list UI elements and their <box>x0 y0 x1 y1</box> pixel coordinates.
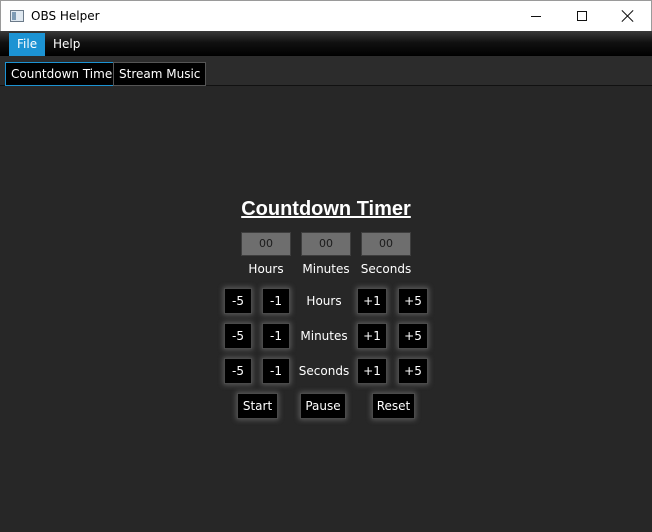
hours-minus-1-button[interactable]: -1 <box>262 288 290 314</box>
minutes-minus-5-button[interactable]: -5 <box>224 323 252 349</box>
minutes-row-label: Minutes <box>300 329 348 343</box>
minutes-display-field[interactable]: 00 <box>301 232 351 256</box>
menu-bar: File Help <box>0 31 652 56</box>
seconds-row-label: Seconds <box>298 364 350 378</box>
close-icon <box>622 10 634 22</box>
tab-strip: Countdown Timer Stream Music <box>0 56 652 86</box>
maximize-icon <box>577 11 587 21</box>
title-bar: OBS Helper <box>0 0 652 31</box>
hours-plus-5-button[interactable]: +5 <box>398 288 428 314</box>
tab-stream-music[interactable]: Stream Music <box>113 62 207 86</box>
pause-button[interactable]: Pause <box>300 393 346 419</box>
start-button[interactable]: Start <box>237 393 278 419</box>
minimize-icon <box>531 15 541 17</box>
maximize-button[interactable] <box>559 1 605 31</box>
tab-countdown-timer[interactable]: Countdown Timer <box>5 62 124 86</box>
hours-row-label: Hours <box>306 294 342 308</box>
seconds-minus-5-button[interactable]: -5 <box>224 358 252 384</box>
minimize-button[interactable] <box>513 1 559 31</box>
seconds-display-field[interactable]: 00 <box>361 232 411 256</box>
seconds-plus-5-button[interactable]: +5 <box>398 358 428 384</box>
minutes-plus-1-button[interactable]: +1 <box>357 323 387 349</box>
seconds-minus-1-button[interactable]: -1 <box>262 358 290 384</box>
hours-plus-1-button[interactable]: +1 <box>357 288 387 314</box>
close-button[interactable] <box>605 1 651 31</box>
app-window-icon <box>10 10 24 22</box>
seconds-plus-1-button[interactable]: +1 <box>357 358 387 384</box>
window-title: OBS Helper <box>31 9 100 23</box>
hours-minus-5-button[interactable]: -5 <box>224 288 252 314</box>
reset-button[interactable]: Reset <box>372 393 415 419</box>
minutes-plus-5-button[interactable]: +5 <box>398 323 428 349</box>
countdown-timer-heading: Countdown Timer <box>241 198 411 220</box>
menu-help[interactable]: Help <box>45 33 88 56</box>
hours-display-field[interactable]: 00 <box>241 232 291 256</box>
seconds-field-label: Seconds <box>360 262 412 276</box>
minutes-minus-1-button[interactable]: -1 <box>262 323 290 349</box>
menu-file[interactable]: File <box>9 33 46 56</box>
